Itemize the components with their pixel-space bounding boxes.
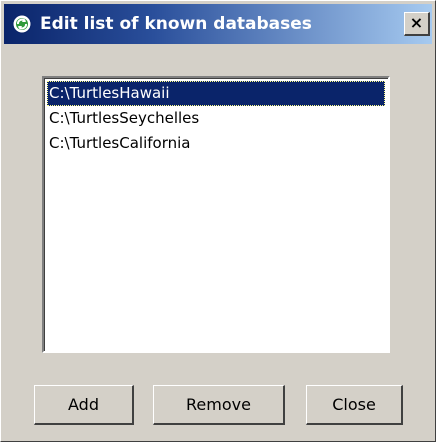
list-item[interactable]: C:\TurtlesSeychelles <box>47 106 385 131</box>
list-item[interactable]: C:\TurtlesHawaii <box>47 81 385 106</box>
close-button[interactable]: Close <box>306 385 403 425</box>
list-item[interactable]: C:\TurtlesCalifornia <box>47 131 385 156</box>
dialog-title: Edit list of known databases <box>40 14 312 34</box>
refresh-circle-icon <box>12 14 32 34</box>
edit-databases-dialog: Edit list of known databases × C:\Turtle… <box>0 0 436 442</box>
add-button[interactable]: Add <box>34 385 134 425</box>
close-window-button[interactable]: × <box>404 12 430 36</box>
database-listbox[interactable]: C:\TurtlesHawaii C:\TurtlesSeychelles C:… <box>42 76 390 353</box>
title-bar[interactable]: Edit list of known databases × <box>4 4 432 44</box>
remove-button[interactable]: Remove <box>153 385 285 425</box>
